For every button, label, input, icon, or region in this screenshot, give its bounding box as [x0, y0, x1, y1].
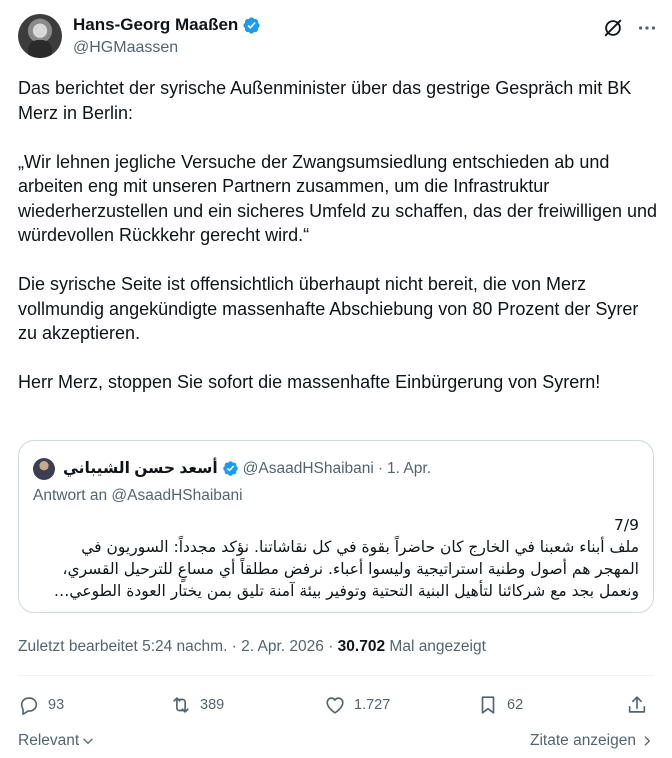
quoted-handle: @AsaadHShaibani	[242, 459, 374, 477]
repost-count: 389	[200, 697, 225, 713]
author-name-row: Hans-Georg Maaßen	[73, 15, 261, 35]
sort-relevance-dropdown[interactable]: Relevant	[18, 732, 95, 750]
chevron-right-icon	[644, 736, 650, 746]
view-quotes-link[interactable]: Zitate anzeigen	[530, 732, 654, 750]
action-bar: 93 389 1.727 62	[18, 694, 654, 720]
chevron-down-icon	[83, 738, 93, 744]
view-count: 30.702	[337, 638, 386, 655]
heart-icon	[326, 697, 344, 714]
share-button[interactable]	[626, 694, 648, 716]
grok-icon[interactable]	[602, 17, 624, 39]
author-name[interactable]: Hans-Georg Maaßen	[73, 15, 238, 35]
divider	[18, 675, 654, 676]
like-count: 1.727	[354, 697, 391, 713]
bookmark-count: 62	[507, 697, 524, 713]
reply-count: 93	[48, 697, 65, 713]
verified-badge-icon	[243, 16, 260, 34]
reply-button[interactable]: 93	[18, 694, 64, 716]
avatar[interactable]	[18, 14, 62, 58]
reply-icon	[20, 697, 38, 715]
share-icon	[628, 696, 646, 713]
reply-to-label: Antwort an @AsaadHShaibani	[33, 487, 243, 504]
quoted-header: أسعد حسن الشيباني @AsaadHShaibani · 1. A…	[63, 459, 431, 478]
quoted-tweet[interactable]: أسعد حسن الشيباني @AsaadHShaibani · 1. A…	[18, 440, 654, 613]
tweet-meta: Zuletzt bearbeitet 5:24 nachm. · 2. Apr.…	[18, 638, 486, 656]
repost-button[interactable]: 389	[170, 694, 224, 716]
verified-badge-icon	[222, 461, 238, 476]
view-quotes-label: Zitate anzeigen	[530, 732, 636, 749]
more-options-icon[interactable]	[636, 17, 658, 39]
repost-icon	[173, 697, 189, 713]
quoted-text: 7/9 ملف أبناء شعبنا في الخارج كان حاضراً…	[33, 514, 639, 602]
author-handle[interactable]: @HGMaassen	[73, 39, 178, 57]
tweet-header: Hans-Georg Maaßen @HGMaassen	[18, 12, 658, 62]
bookmark-button[interactable]: 62	[477, 694, 523, 716]
quoted-avatar	[33, 458, 55, 480]
edited-timestamp[interactable]: Zuletzt bearbeitet 5:24 nachm. · 2. Apr.…	[18, 638, 333, 655]
sort-label: Relevant	[18, 732, 80, 749]
tweet-paragraph: Die syrische Seite ist offensichtlich üb…	[18, 274, 639, 343]
tweet-text: Das berichtet der syrische Außenminister…	[18, 76, 658, 419]
quoted-counter: 7/9	[614, 516, 639, 534]
quoted-date: 1. Apr.	[387, 459, 431, 477]
tweet-paragraph: Das berichtet der syrische Außenminister…	[18, 78, 632, 123]
quoted-author-name: أسعد حسن الشيباني	[63, 460, 218, 477]
quoted-body: ملف أبناء شعبنا في الخارج كان حاضراً بقو…	[53, 538, 639, 600]
separator-dot: ·	[377, 459, 384, 477]
views-label: Mal angezeigt	[389, 638, 486, 655]
tweet-paragraph: Herr Merz, stoppen Sie sofort die massen…	[18, 372, 601, 392]
tweet-paragraph: „Wir lehnen jegliche Versuche der Zwangs…	[18, 151, 658, 246]
bookmark-icon	[481, 696, 495, 714]
like-button[interactable]: 1.727	[324, 694, 390, 716]
